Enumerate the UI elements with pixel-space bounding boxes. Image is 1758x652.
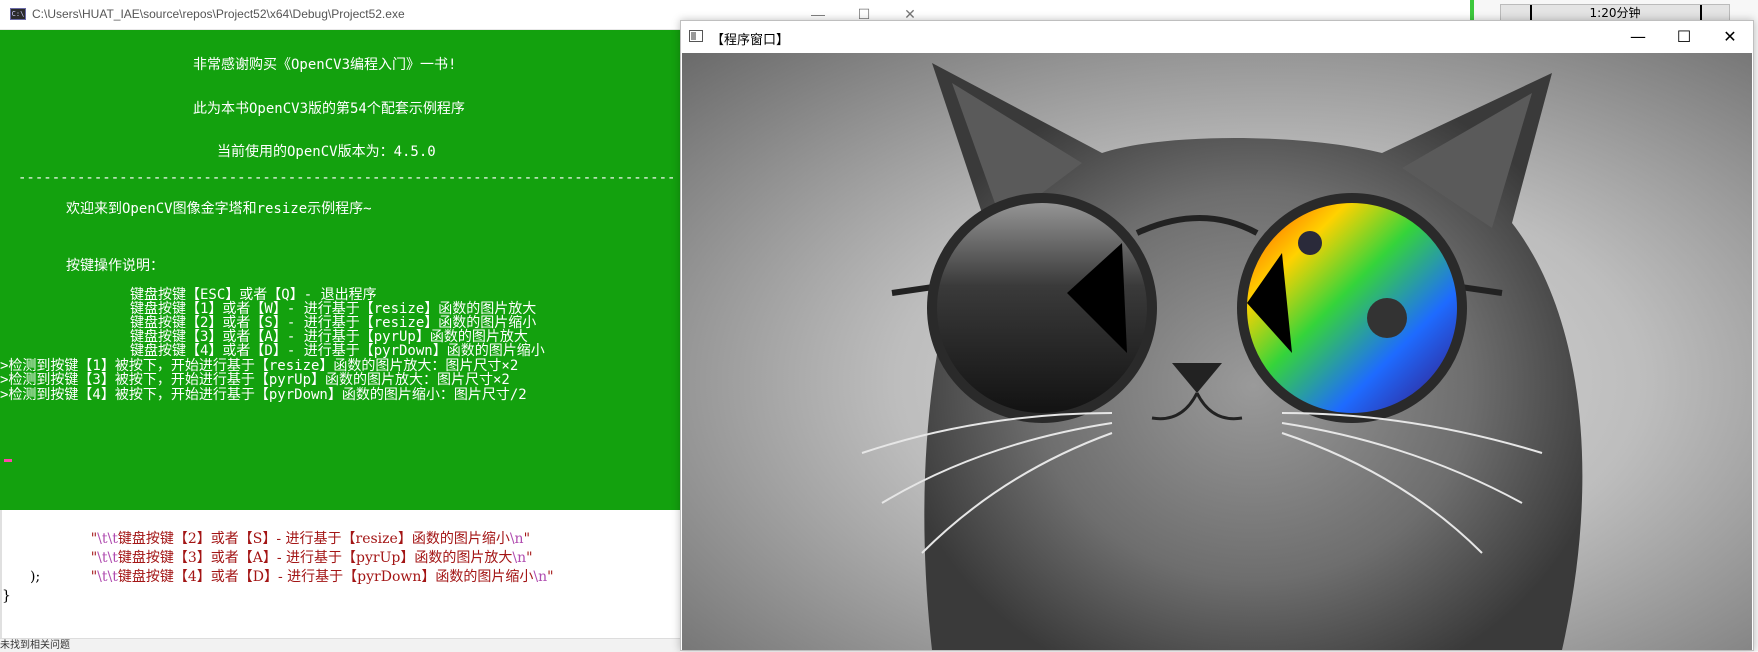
cat-image xyxy=(682,53,1752,650)
console-line: 当前使用的OpenCV版本为：4.5.0 xyxy=(217,144,436,160)
program-window-title: 【程序窗口】 xyxy=(711,33,790,48)
program-window-titlebar[interactable]: 【程序窗口】 — ☐ ✕ xyxy=(681,21,1753,53)
close-button[interactable]: ✕ xyxy=(1707,21,1753,53)
console-line: 非常感谢购买《OpenCV3编程入门》一书! xyxy=(193,57,457,73)
window-icon xyxy=(689,30,703,42)
console-title: C:\Users\HUAT_IAE\source\repos\Project52… xyxy=(32,7,405,21)
code-line: ); xyxy=(30,569,41,585)
console-cursor xyxy=(4,459,12,462)
timeline-marker xyxy=(1700,5,1702,21)
console-separator: ----------------------------------------… xyxy=(18,170,676,186)
cat-with-sunglasses-illustration xyxy=(861,63,1583,650)
minimize-button[interactable]: — xyxy=(1615,21,1661,53)
code-editor[interactable]: "\t\t键盘按键【2】或者【S】- 进行基于【resize】函数的图片缩小\n… xyxy=(0,510,680,640)
maximize-button[interactable]: ☐ xyxy=(1661,21,1707,53)
timeline-marker xyxy=(1530,5,1532,21)
program-window[interactable]: 【程序窗口】 — ☐ ✕ xyxy=(680,20,1754,651)
console-line: 按键操作说明： xyxy=(66,258,164,274)
console-icon: C:\ xyxy=(10,8,26,20)
code-line: "\t\t键盘按键【4】或者【D】- 进行基于【pyrDown】函数的图片缩小\… xyxy=(90,569,554,585)
console-log-line: >检测到按键【4】被按下，开始进行基于【pyrDown】函数的图片缩小：图片尺寸… xyxy=(0,387,527,403)
editor-gutter xyxy=(0,510,2,640)
console-output[interactable]: 非常感谢购买《OpenCV3编程入门》一书! 此为本书OpenCV3版的第54个… xyxy=(0,30,680,510)
error-list-status: 未找到相关问题 xyxy=(0,638,680,652)
console-line: 欢迎来到OpenCV图像金字塔和resize示例程序~ xyxy=(66,201,372,217)
code-line: } xyxy=(2,588,11,604)
scroll-indicator xyxy=(1470,0,1474,22)
console-line: 此为本书OpenCV3版的第54个配套示例程序 xyxy=(193,101,465,117)
